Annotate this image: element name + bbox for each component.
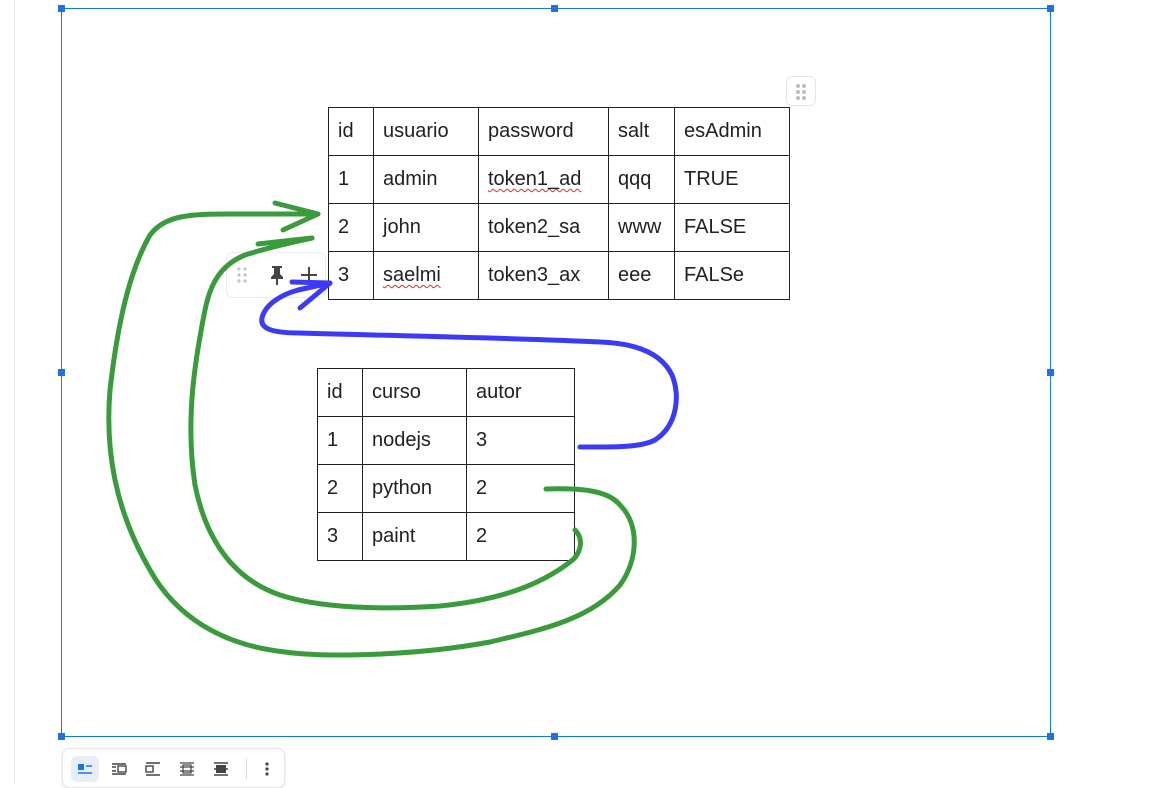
table-cell[interactable]: qqq xyxy=(608,155,675,204)
drag-icon xyxy=(796,84,806,100)
table-cell[interactable]: saelmi xyxy=(373,251,479,300)
table-cell[interactable]: nodejs xyxy=(362,416,467,465)
header-cell[interactable]: curso xyxy=(362,368,467,417)
courses-table: id curso autor 1 nodejs 3 2 python 2 3 p… xyxy=(317,368,575,561)
resize-handle-right[interactable] xyxy=(1047,369,1054,376)
table-cell[interactable]: eee xyxy=(608,251,675,300)
table-cell[interactable]: 2 xyxy=(466,512,575,561)
table-cell[interactable]: 1 xyxy=(328,155,374,204)
behind-text-icon xyxy=(180,762,194,776)
table-cell[interactable]: 3 xyxy=(466,416,575,465)
in-front-text-button[interactable] xyxy=(207,756,235,782)
break-text-icon xyxy=(145,762,160,776)
table-row: 3 saelmi token3_ax eee FALSe xyxy=(328,251,790,300)
more-vert-icon xyxy=(265,762,269,776)
header-cell[interactable]: id xyxy=(317,368,363,417)
table-cell[interactable]: 2 xyxy=(317,464,363,513)
resize-handle-left[interactable] xyxy=(58,369,65,376)
table-drag-handle[interactable] xyxy=(786,76,816,106)
header-cell[interactable]: esAdmin xyxy=(674,107,790,156)
table-cell[interactable]: python xyxy=(362,464,467,513)
table-row: 2 john token2_sa www FALSE xyxy=(328,203,790,252)
cell-text: token1_ad xyxy=(488,168,582,190)
resize-handle-bottom-right[interactable] xyxy=(1047,733,1054,740)
resize-handle-top[interactable] xyxy=(551,5,558,12)
resize-handle-bottom-left[interactable] xyxy=(58,733,65,740)
table-cell[interactable]: token2_sa xyxy=(478,203,609,252)
behind-text-button[interactable] xyxy=(173,756,201,782)
wrap-inline-icon xyxy=(78,764,92,774)
table-cell[interactable]: TRUE xyxy=(674,155,790,204)
table-cell[interactable]: token1_ad xyxy=(478,155,609,204)
table-cell[interactable]: paint xyxy=(362,512,467,561)
more-options-button[interactable] xyxy=(253,756,281,782)
header-cell[interactable]: password xyxy=(478,107,609,156)
header-cell[interactable]: salt xyxy=(608,107,675,156)
wrap-text-button[interactable] xyxy=(105,756,133,782)
table-cell[interactable]: admin xyxy=(373,155,479,204)
resize-handle-bottom[interactable] xyxy=(551,733,558,740)
table-row: 1 admin token1_ad qqq TRUE xyxy=(328,155,790,204)
wrap-text-icon xyxy=(112,763,127,775)
table-cell[interactable]: FALSE xyxy=(674,203,790,252)
table-row: 1 nodejs 3 xyxy=(317,416,575,465)
table-cell[interactable]: token3_ax xyxy=(478,251,609,300)
plus-icon[interactable] xyxy=(299,265,319,285)
resize-handle-top-left[interactable] xyxy=(58,5,65,12)
resize-handle-top-right[interactable] xyxy=(1047,5,1054,12)
table-cell[interactable]: 2 xyxy=(466,464,575,513)
toolbar-divider xyxy=(246,759,247,779)
table-cell[interactable]: 3 xyxy=(317,512,363,561)
table-cell[interactable]: 2 xyxy=(328,203,374,252)
in-front-text-icon xyxy=(214,762,228,776)
table-cell[interactable]: www xyxy=(608,203,675,252)
break-text-button[interactable] xyxy=(139,756,167,782)
table-header-row: id curso autor xyxy=(317,368,575,417)
row-hover-tools xyxy=(226,252,326,298)
table-header-row: id usuario password salt esAdmin xyxy=(328,107,790,156)
image-options-toolbar xyxy=(62,748,285,788)
header-cell[interactable]: autor xyxy=(466,368,575,417)
cell-text: saelmi xyxy=(383,264,441,286)
drag-icon[interactable] xyxy=(235,265,249,285)
table-cell[interactable]: 1 xyxy=(317,416,363,465)
table-cell[interactable]: john xyxy=(373,203,479,252)
header-cell[interactable]: usuario xyxy=(373,107,479,156)
pin-icon[interactable] xyxy=(267,264,287,286)
header-cell[interactable]: id xyxy=(328,107,374,156)
table-row: 3 paint 2 xyxy=(317,512,575,561)
wrap-inline-button[interactable] xyxy=(71,756,99,782)
table-cell[interactable]: FALSe xyxy=(674,251,790,300)
table-row: 2 python 2 xyxy=(317,464,575,513)
page-left-border xyxy=(14,0,15,784)
users-table: id usuario password salt esAdmin 1 admin… xyxy=(328,107,790,300)
table-cell[interactable]: 3 xyxy=(328,251,374,300)
